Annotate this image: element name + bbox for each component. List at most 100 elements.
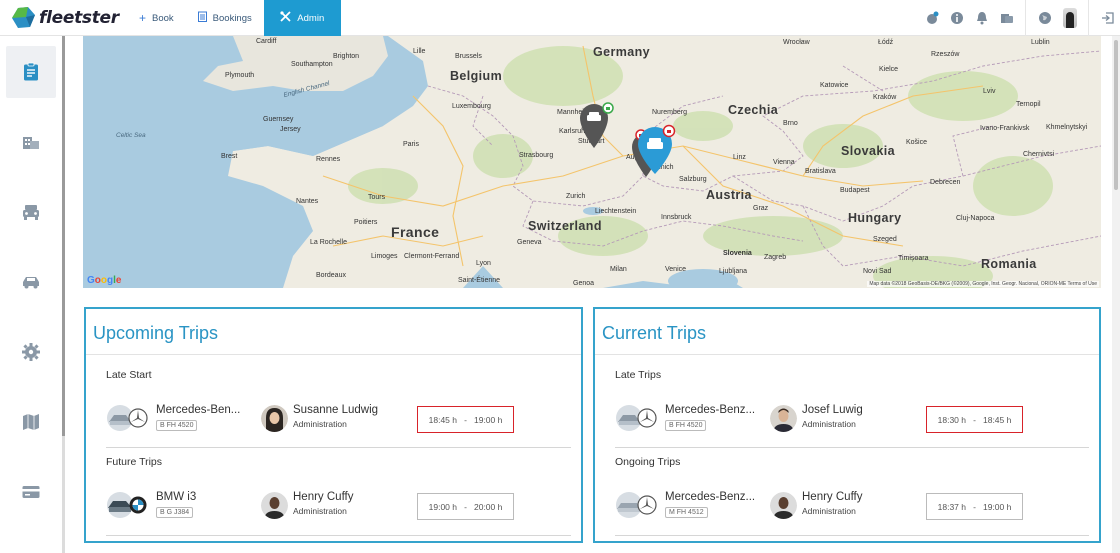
page-scrollbar-thumb[interactable] bbox=[1114, 40, 1118, 190]
section-late-start: Late Start bbox=[106, 369, 152, 381]
sidebar-item-settings[interactable] bbox=[6, 326, 56, 378]
sidebar-item-bookings-admin[interactable] bbox=[6, 46, 56, 98]
info-icon[interactable] bbox=[944, 0, 969, 36]
sidebar-item-map[interactable] bbox=[6, 396, 56, 448]
trip-row[interactable]: Mercedes-Benz... B FH 4520 Josef Luwig A… bbox=[615, 402, 1089, 436]
map-city: Nuremberg bbox=[652, 109, 688, 116]
trip-row[interactable]: BMW i3 B G J384 Henry Cuffy Administrati… bbox=[106, 489, 571, 523]
section-late-trips: Late Trips bbox=[615, 369, 662, 381]
logout-icon[interactable] bbox=[1095, 0, 1120, 36]
map-city: Paris bbox=[403, 141, 419, 148]
trip-row[interactable]: Mercedes-Benz... M FH 4512 Henry Cuffy A… bbox=[615, 489, 1089, 523]
vehicle-thumbnail bbox=[616, 405, 657, 431]
map-city: Saint-Étienne bbox=[458, 277, 501, 284]
map-city: Plymouth bbox=[225, 72, 255, 79]
car-front-icon bbox=[23, 205, 39, 220]
driver-photo bbox=[261, 405, 288, 432]
gear-icon bbox=[22, 343, 40, 361]
google-logo-letter: G bbox=[87, 275, 95, 286]
map-city: Lviv bbox=[983, 88, 996, 95]
google-logo[interactable]: Google bbox=[87, 275, 121, 286]
map-city: La Rochelle bbox=[310, 239, 347, 246]
driver-role: Administration bbox=[293, 506, 347, 516]
map-country-germany: Germany bbox=[593, 45, 650, 59]
map-country-france: France bbox=[391, 224, 440, 240]
row-separator bbox=[615, 447, 1089, 448]
nav-admin[interactable]: Admin bbox=[263, 0, 341, 36]
car-side-icon bbox=[23, 277, 39, 289]
map-city: Khmelnytskyi bbox=[1046, 124, 1088, 131]
map-city: Chernivtsi bbox=[1023, 151, 1055, 158]
map-city: Brighton bbox=[333, 53, 360, 60]
map-city: Ljubljana bbox=[719, 268, 748, 275]
toolbar-separator bbox=[1088, 0, 1089, 36]
globe-icon[interactable] bbox=[1032, 0, 1057, 36]
vehicle-name: Mercedes-Benz... bbox=[665, 491, 756, 503]
sidebar-scrollbar-thumb[interactable] bbox=[62, 36, 65, 436]
map-city: Wrocław bbox=[783, 39, 810, 46]
panel-divider bbox=[86, 354, 581, 355]
license-plate: M FH 4512 bbox=[665, 507, 708, 518]
driver-name: Susanne Ludwig bbox=[293, 404, 379, 416]
row-separator bbox=[106, 535, 571, 536]
map-city: Szeged bbox=[873, 236, 897, 243]
map-city: Nantes bbox=[296, 198, 319, 205]
map-country-austria: Austria bbox=[706, 188, 752, 202]
map-country-switzerland: Switzerland bbox=[528, 219, 602, 233]
map-city: Bratislava bbox=[805, 168, 836, 175]
map-city: Ternopil bbox=[1016, 101, 1041, 108]
vehicle-thumbnail bbox=[107, 405, 148, 431]
map-country-czechia: Czechia bbox=[728, 103, 779, 117]
map-city: Zurich bbox=[566, 193, 586, 200]
vehicle-thumbnail bbox=[616, 492, 657, 518]
vehicle-pin-blue[interactable] bbox=[638, 124, 676, 176]
user-avatar[interactable] bbox=[1057, 0, 1082, 36]
trip-time-late: 18:30 h - 18:45 h bbox=[926, 406, 1023, 433]
map-city: Poitiers bbox=[354, 219, 378, 226]
main-nav: + Book Bookings Admin bbox=[127, 0, 341, 36]
map-city: Jersey bbox=[280, 126, 301, 133]
map-city: Lublin bbox=[1031, 39, 1050, 46]
map-country-romania: Romania bbox=[981, 257, 1037, 271]
nav-book[interactable]: + Book bbox=[127, 0, 186, 36]
map-city: Rennes bbox=[316, 156, 341, 163]
map-city: Łódź bbox=[878, 39, 894, 46]
map-city: Bordeaux bbox=[316, 272, 346, 279]
license-plate: B FH 4520 bbox=[665, 420, 707, 431]
sidebar-item-pool-cars[interactable] bbox=[6, 256, 56, 308]
map-city: Lille bbox=[413, 48, 426, 55]
map-city: Genoa bbox=[573, 280, 595, 287]
bell-icon[interactable] bbox=[969, 0, 994, 36]
driver-role: Administration bbox=[293, 419, 347, 429]
upcoming-trips-panel: Upcoming Trips Late Start Mercedes-Ben..… bbox=[84, 307, 583, 543]
driver-photo bbox=[770, 405, 797, 432]
map-attribution[interactable]: Map data ©2018 GeoBasis-DE/BKG (©2009), … bbox=[867, 281, 1099, 287]
map-sea-label: Celtic Sea bbox=[116, 132, 146, 139]
map-city: Tours bbox=[368, 194, 386, 201]
sidebar-item-locations[interactable] bbox=[6, 116, 56, 168]
trip-row[interactable]: Mercedes-Ben... B FH 4520 Susanne Ludwig… bbox=[106, 402, 571, 436]
sidebar bbox=[0, 36, 62, 553]
row-separator bbox=[615, 535, 1089, 536]
map-city: Cluj-Napoca bbox=[956, 215, 995, 222]
map-city: Katowice bbox=[820, 82, 849, 89]
map-city: Venice bbox=[665, 266, 687, 273]
sidebar-item-vehicles[interactable] bbox=[6, 186, 56, 238]
alarm-badge-icon[interactable] bbox=[919, 0, 944, 36]
vehicle-name: Mercedes-Benz... bbox=[665, 404, 756, 416]
map-city: Kielce bbox=[879, 66, 899, 73]
fleetster-logo[interactable]: fleetster bbox=[12, 6, 119, 30]
map-city: Southampton bbox=[291, 61, 333, 68]
google-logo-letter: e bbox=[115, 275, 122, 286]
vehicle-pin-dark[interactable] bbox=[580, 102, 616, 150]
sidebar-item-billing[interactable] bbox=[6, 466, 56, 518]
map-city: Brussels bbox=[455, 53, 482, 60]
nav-book-label: Book bbox=[152, 12, 174, 24]
nav-bookings[interactable]: Bookings bbox=[186, 0, 264, 36]
map-city: Timișoara bbox=[898, 255, 929, 262]
fleet-map[interactable]: Germany Belgium Luxembourg Czechia Slova… bbox=[83, 36, 1101, 288]
driver-role: Administration bbox=[802, 419, 856, 429]
map-icon bbox=[23, 414, 39, 430]
map-city: Brno bbox=[783, 120, 798, 127]
car-docs-icon[interactable] bbox=[994, 0, 1019, 36]
